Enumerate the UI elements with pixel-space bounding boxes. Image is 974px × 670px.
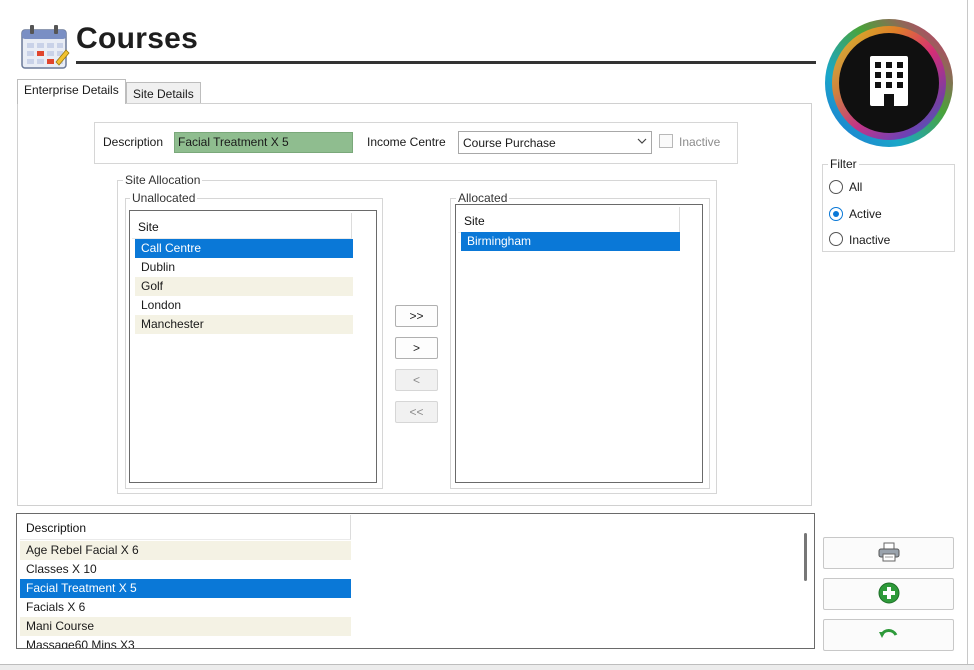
inactive-label: Inactive <box>679 135 721 149</box>
remove-all-button[interactable]: << <box>395 401 438 423</box>
add-button[interactable]: > <box>395 337 438 359</box>
table-row[interactable]: Massage60 Mins X3 <box>20 636 351 648</box>
list-item[interactable]: London <box>135 296 353 315</box>
table-row[interactable]: Facial Treatment X 5 <box>20 579 351 598</box>
list-item[interactable]: Manchester <box>135 315 353 334</box>
unallocated-label: Unallocated <box>130 191 198 205</box>
site-allocation-label: Site Allocation <box>123 173 203 187</box>
description-field[interactable]: Facial Treatment X 5 <box>174 132 353 153</box>
list-item[interactable]: Dublin <box>135 258 353 277</box>
page-title: Courses <box>76 22 199 55</box>
printer-icon <box>878 542 900 565</box>
income-centre-label: Income Centre <box>367 135 446 149</box>
remove-button[interactable]: < <box>395 369 438 391</box>
add-all-button[interactable]: >> <box>395 305 438 327</box>
add-course-button[interactable] <box>823 578 954 610</box>
tab-site-details[interactable]: Site Details <box>126 82 201 103</box>
inactive-checkbox[interactable] <box>659 134 673 148</box>
description-label: Description <box>103 135 164 149</box>
taskbar-strip <box>0 664 974 670</box>
column-header-site[interactable]: Site <box>132 213 352 239</box>
list-item[interactable]: Golf <box>135 277 353 296</box>
table-row[interactable]: Classes X 10 <box>20 560 351 579</box>
income-centre-select[interactable]: Course Purchase <box>458 131 652 154</box>
filter-active-label[interactable]: Active <box>849 207 882 221</box>
filter-all-label[interactable]: All <box>849 180 862 194</box>
allocated-site-list[interactable]: Site Birmingham <box>455 204 703 483</box>
unallocated-site-list[interactable]: Site Call Centre Dublin Golf London Manc… <box>129 210 377 483</box>
column-header-description[interactable]: Description <box>20 515 351 540</box>
filter-inactive-radio[interactable] <box>829 232 843 246</box>
calendar-icon <box>18 22 70 72</box>
list-item[interactable]: Birmingham <box>461 232 680 251</box>
filter-inactive-label[interactable]: Inactive <box>849 233 890 247</box>
undo-button[interactable] <box>823 619 954 651</box>
table-row[interactable]: Age Rebel Facial X 6 <box>20 541 351 560</box>
filter-all-radio[interactable] <box>829 180 843 194</box>
print-button[interactable] <box>823 537 954 569</box>
allocated-label: Allocated <box>456 191 510 205</box>
chevron-down-icon[interactable] <box>636 135 648 147</box>
undo-icon <box>878 625 900 646</box>
building-logo-icon <box>822 16 956 150</box>
filter-label: Filter <box>828 157 859 171</box>
course-list[interactable]: Description Age Rebel Facial X 6 Classes… <box>16 513 815 649</box>
list-item[interactable]: Call Centre <box>135 239 353 258</box>
title-divider <box>76 61 816 64</box>
scrollbar-thumb[interactable] <box>804 533 807 581</box>
table-row[interactable]: Mani Course <box>20 617 351 636</box>
tab-enterprise-details[interactable]: Enterprise Details <box>17 79 126 104</box>
column-header-site[interactable]: Site <box>458 207 680 233</box>
plus-circle-icon <box>878 582 900 607</box>
window-edge <box>967 0 968 670</box>
filter-active-radio[interactable] <box>829 207 843 221</box>
table-row[interactable]: Facials X 6 <box>20 598 351 617</box>
